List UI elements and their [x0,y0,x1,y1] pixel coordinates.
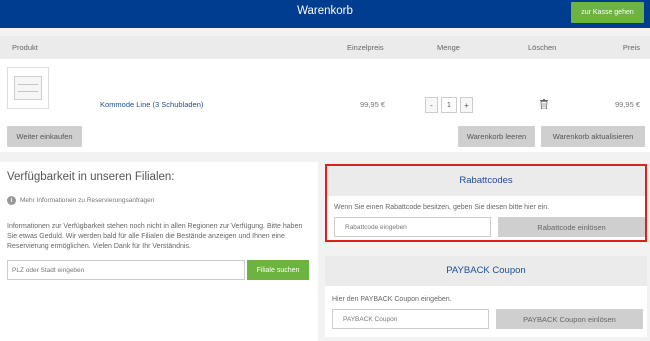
payback-panel: PAYBACK Coupon Hier den PAYBACK Coupon e… [325,256,647,337]
cart-page: Warenkorb zur Kasse gehen Produkt Einzel… [0,0,650,341]
discount-code-title: Rabattcodes [459,175,513,186]
discount-code-hint: Wenn Sie einen Rabattcode besitzen, gebe… [334,204,550,211]
continue-shopping-button[interactable]: Weiter einkaufen [7,126,82,147]
discount-code-input[interactable]: Rabattcode eingeben [334,217,491,237]
page-header: Warenkorb zur Kasse gehen [0,0,650,28]
column-header-unit-price: Einzelpreis [347,43,384,52]
quantity-decrement-button[interactable]: - [425,97,438,113]
branch-search-button[interactable]: Filiale suchen [247,260,309,280]
availability-panel: Verfügbarkeit in unseren Filialen: i Meh… [0,162,318,341]
reservation-info-link[interactable]: i Mehr Informationen zu Reservierungsanf… [7,196,154,205]
clear-cart-button[interactable]: Warenkorb leeren [458,126,535,147]
update-cart-button[interactable]: Warenkorb aktualisieren [541,126,645,147]
page-title: Warenkorb [297,5,353,17]
redeem-payback-button[interactable]: PAYBACK Coupon einlösen [496,309,643,329]
payback-hint: Hier den PAYBACK Coupon eingeben. [332,296,452,303]
table-header: Produkt Einzelpreis Menge Löschen Preis [0,36,650,59]
availability-title: Verfügbarkeit in unseren Filialen: [7,171,175,183]
dresser-image [14,76,42,100]
payback-coupon-input[interactable]: PAYBACK Coupon [332,309,489,329]
quantity-stepper: - 1 + [425,97,473,113]
payback-title: PAYBACK Coupon [446,265,526,276]
discount-code-header: Rabattcodes [327,166,645,196]
info-icon: i [7,196,16,205]
payback-header: PAYBACK Coupon [325,256,647,286]
column-header-delete: Löschen [528,43,557,52]
branch-search-input[interactable]: PLZ oder Stadt eingeben [7,260,245,280]
column-header-price: Preis [622,43,640,52]
column-header-quantity: Menge [437,43,460,52]
column-header-product: Produkt [12,43,38,52]
discount-code-panel: Rabattcodes Wenn Sie einen Rabattcode be… [325,164,647,242]
redeem-discount-button[interactable]: Rabattcode einlösen [498,217,645,237]
table-row: Kommode Line (3 Schubladen) 99,95 € - 1 … [0,59,650,131]
trash-icon[interactable] [540,99,548,109]
product-name-link[interactable]: Kommode Line (3 Schubladen) [100,100,203,109]
checkout-button[interactable]: zur Kasse gehen [571,2,644,23]
unit-price: 99,95 € [360,100,386,109]
availability-notice: Informationen zur Verfügbarkeit stehen n… [7,223,303,250]
quantity-input[interactable]: 1 [441,97,457,113]
reservation-info-label: Mehr Informationen zu Reservierungsanfra… [20,197,155,204]
product-thumbnail[interactable] [7,67,49,109]
row-total-price: 99,95 € [614,100,640,109]
quantity-increment-button[interactable]: + [460,97,473,113]
cart-table: Produkt Einzelpreis Menge Löschen Preis … [0,36,650,152]
